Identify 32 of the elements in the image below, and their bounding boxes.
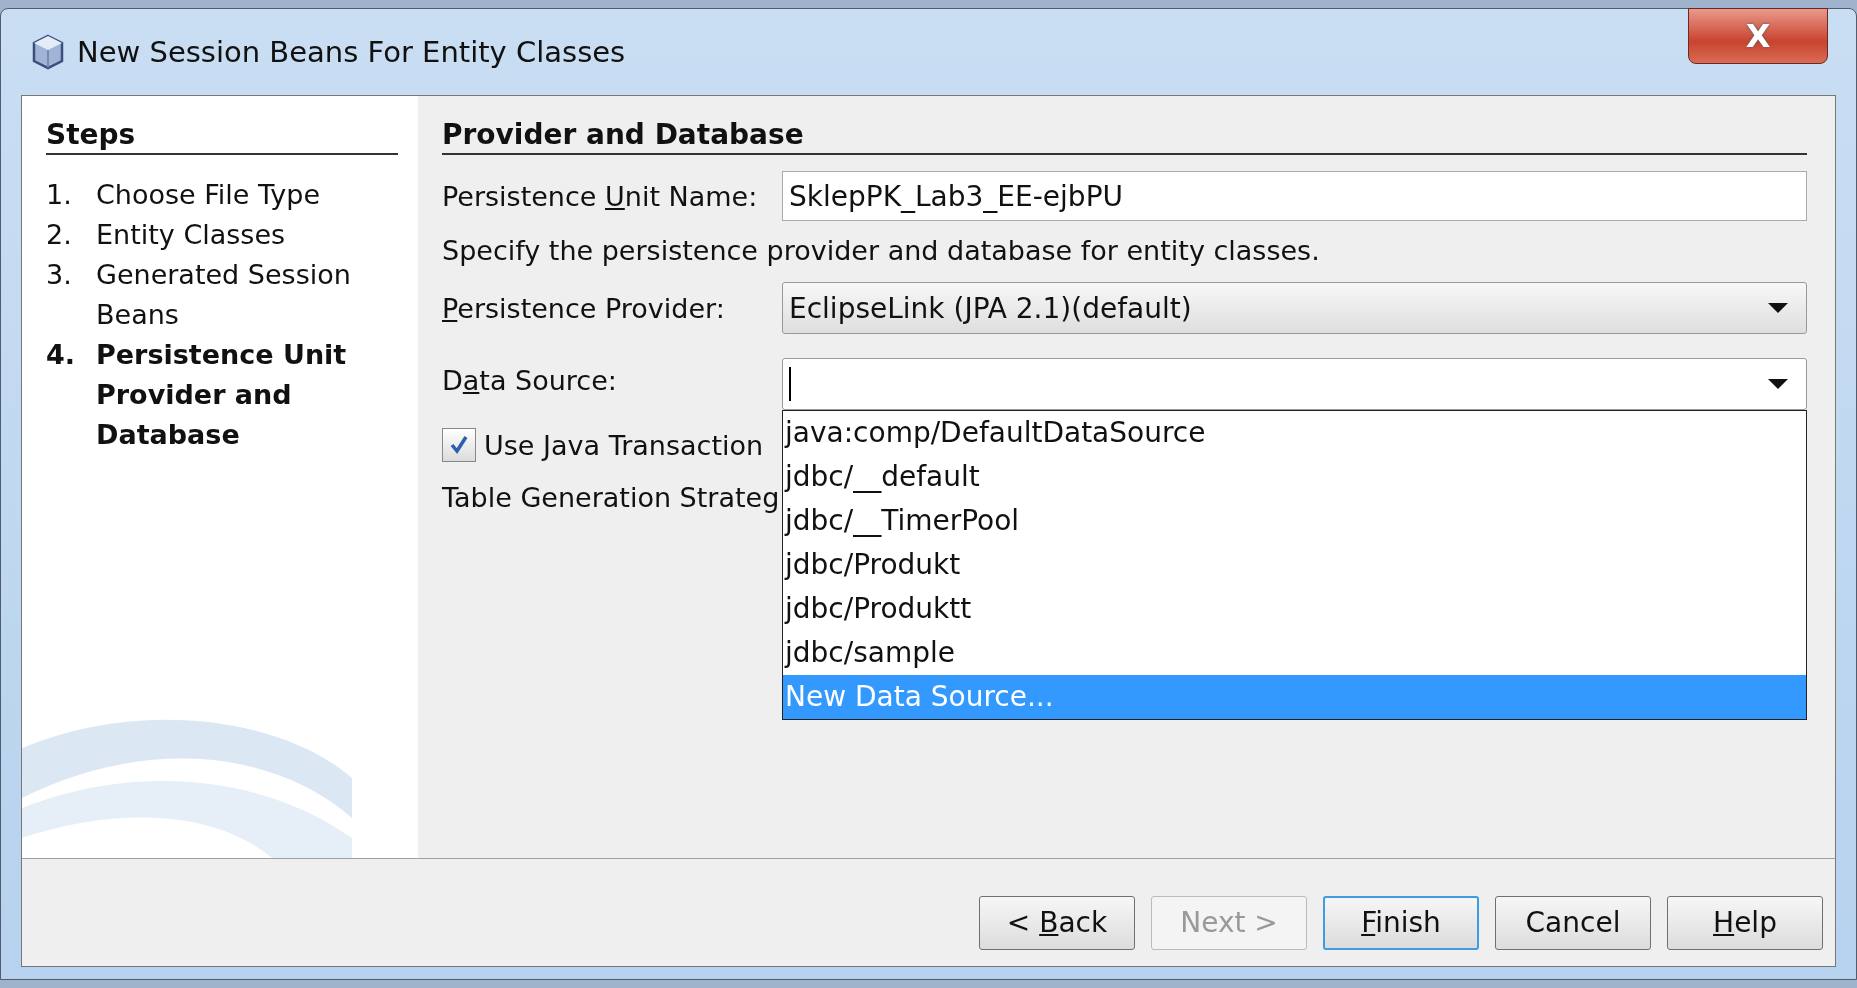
dropdown-option[interactable]: java:comp/DefaultDataSource: [783, 411, 1806, 455]
input-field[interactable]: SklepPK_Lab3_EE-ejbPU: [782, 171, 1807, 221]
provider-dropdown[interactable]: EclipseLink (JPA 2.1)(default): [782, 282, 1807, 334]
dropdown-option[interactable]: jdbc/sample: [783, 631, 1806, 675]
step-item: 3. Generated Session Beans: [46, 258, 352, 332]
dropdown-option[interactable]: jdbc/Produktt: [783, 587, 1806, 631]
steps-heading: Steps: [46, 118, 398, 155]
data-source-dropdown[interactable]: [782, 358, 1807, 410]
field-label: Table Generation Strateg: [442, 482, 781, 513]
step-item: 4. Persistence Unit Provider and Database: [46, 338, 348, 452]
close-button[interactable]: X: [1688, 8, 1828, 64]
dialog-button[interactable]: Help: [1667, 895, 1823, 950]
step-item: 2. Entity Classes: [46, 218, 287, 252]
dialog-button[interactable]: Cancel: [1495, 895, 1651, 950]
panel-heading: Provider and Database: [442, 118, 1807, 155]
field-label: Data Source:: [442, 364, 618, 396]
dropdown-option[interactable]: jdbc/__TimerPool: [783, 499, 1806, 543]
description-text: Specify the persistence provider and database for entity classes.: [442, 235, 1321, 266]
dialog-button[interactable]: < Back: [979, 895, 1135, 950]
window-title: New Session Beans For Entity Classes: [77, 35, 626, 69]
dropdown-option[interactable]: jdbc/__default: [783, 455, 1806, 499]
field-label: Persistence Unit Name:: [442, 180, 759, 212]
caret-icon: [1768, 303, 1788, 313]
checkmark-icon: [448, 434, 470, 456]
checkbox-label: Use Java Transaction: [484, 429, 764, 461]
checkbox[interactable]: [442, 428, 476, 462]
dropdown-option[interactable]: jdbc/Produkt: [783, 543, 1806, 587]
field-label: Persistence Provider:: [442, 292, 726, 324]
cube-icon: [31, 34, 65, 70]
dialog-button[interactable]: Finish: [1323, 895, 1479, 950]
step-item: 1. Choose File Type: [46, 178, 322, 212]
caret-icon: [1768, 379, 1788, 389]
